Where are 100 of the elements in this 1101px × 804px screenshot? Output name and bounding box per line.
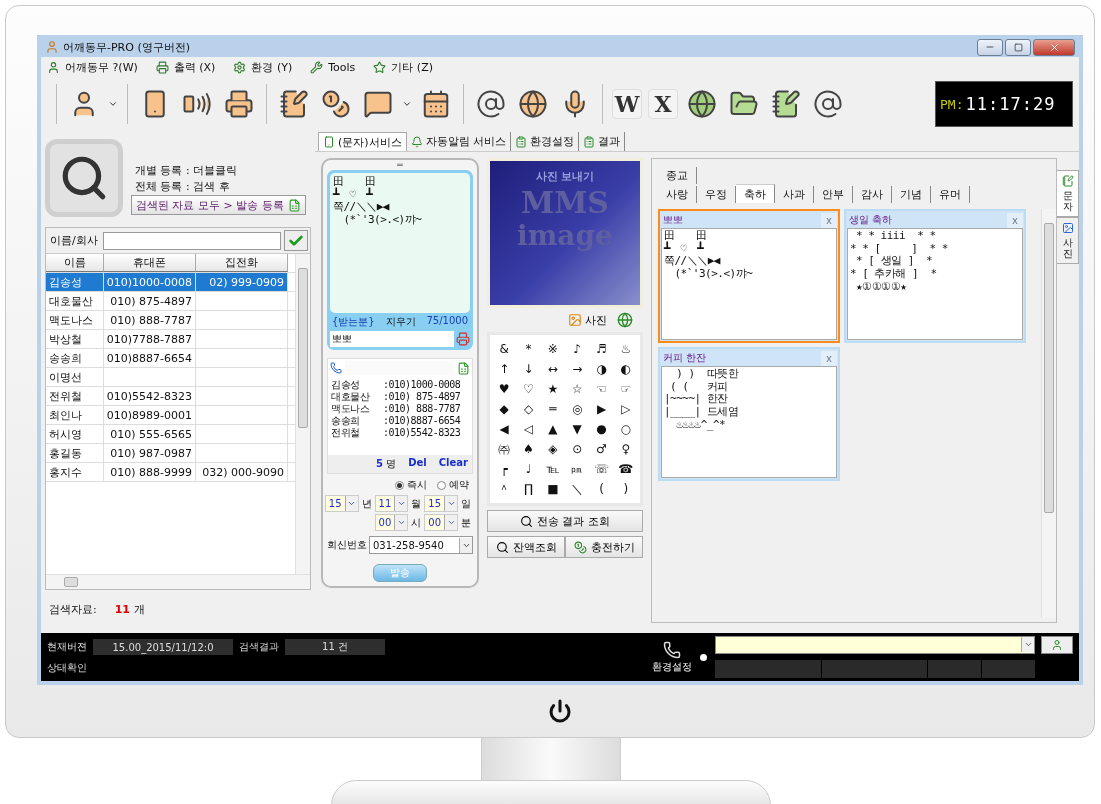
symbol-key[interactable]: ○ bbox=[613, 419, 638, 439]
symbol-key[interactable]: → bbox=[565, 359, 590, 379]
side-tab[interactable]: 문자 bbox=[1057, 170, 1079, 217]
symbol-key[interactable]: ♡ bbox=[516, 379, 541, 399]
symbol-key[interactable]: ☆ bbox=[565, 379, 590, 399]
symbol-key[interactable]: ▼ bbox=[565, 419, 590, 439]
send-result-button[interactable]: 전송 결과 조회 bbox=[487, 510, 643, 532]
table-row[interactable]: 허시영 010) 555-6565 bbox=[46, 425, 295, 444]
tab[interactable]: (문자)서비스 bbox=[318, 132, 407, 151]
letter-button[interactable]: W bbox=[612, 89, 642, 119]
caret-icon[interactable] bbox=[108, 99, 118, 109]
symbol-key[interactable]: ♩ bbox=[516, 459, 541, 479]
tab[interactable]: 자동알림 서비스 bbox=[406, 132, 512, 151]
symbol-key[interactable]: ♂ bbox=[589, 439, 614, 459]
symbol-key[interactable]: ◀ bbox=[492, 419, 517, 439]
spreadsheet-icon[interactable] bbox=[457, 361, 470, 375]
category-tab[interactable]: 축하 bbox=[736, 184, 775, 203]
symbol-key[interactable]: ◈ bbox=[540, 439, 565, 459]
symbol-key[interactable]: ↑ bbox=[492, 359, 517, 379]
category-tab[interactable]: 종교 bbox=[658, 167, 697, 184]
symbol-key[interactable]: ◎ bbox=[565, 399, 590, 419]
date-select[interactable]: 15 bbox=[324, 495, 359, 512]
symbol-key[interactable]: ( bbox=[589, 479, 614, 499]
symbol-key[interactable]: ♠ bbox=[516, 439, 541, 459]
symbol-key[interactable]: ♨ bbox=[613, 339, 638, 359]
symbol-key[interactable]: ▶ bbox=[589, 399, 614, 419]
close-button[interactable] bbox=[1033, 38, 1075, 56]
symbol-key[interactable]: ☜ bbox=[589, 379, 614, 399]
symbol-key[interactable]: ※ bbox=[540, 339, 565, 359]
table-row[interactable]: 김송성 010)1000-0008 02) 999-0909 bbox=[46, 273, 295, 292]
reply-number-select[interactable]: 031-258-9540 bbox=[369, 536, 473, 554]
category-tab[interactable]: 감사 bbox=[853, 186, 892, 203]
clear-link[interactable]: 지우기 bbox=[385, 315, 416, 329]
title-field[interactable]: 뽀뽀 bbox=[330, 331, 454, 347]
symbol-key[interactable]: ☞ bbox=[613, 379, 638, 399]
close-button[interactable]: x bbox=[1007, 212, 1023, 228]
symbol-key[interactable]: ㈜ bbox=[492, 439, 517, 459]
table-row[interactable]: 대호물산 010) 875-4897 bbox=[46, 292, 295, 311]
category-tab[interactable]: 유머 bbox=[931, 186, 970, 203]
category-tab[interactable]: 안부 bbox=[814, 186, 853, 203]
symbol-key[interactable]: ▲ bbox=[540, 419, 565, 439]
symbol-key[interactable]: ▷ bbox=[613, 399, 638, 419]
power-icon[interactable] bbox=[548, 699, 572, 723]
symbol-key[interactable]: ★ bbox=[540, 379, 565, 399]
table-row[interactable]: 박상철 010)7788-7887 bbox=[46, 330, 295, 349]
minimize-button[interactable] bbox=[977, 38, 1003, 56]
symbol-key[interactable]: ⊙ bbox=[565, 439, 590, 459]
delete-button[interactable]: Del bbox=[408, 457, 427, 471]
symbol-key[interactable]: ■ bbox=[540, 479, 565, 499]
register-all-button[interactable]: 검색된 자료 모두 > 발송 등록 bbox=[131, 195, 306, 215]
globe-icon[interactable] bbox=[617, 312, 633, 328]
category-tab[interactable]: 기념 bbox=[892, 186, 931, 203]
symbol-key[interactable]: ┍ bbox=[492, 459, 517, 479]
close-button[interactable]: x bbox=[821, 212, 837, 228]
symbol-key[interactable]: ＼ bbox=[565, 479, 590, 499]
symbol-key[interactable]: ♪ bbox=[565, 339, 590, 359]
symbol-key[interactable]: ＾ bbox=[492, 479, 517, 499]
symbol-key[interactable]: ↔ bbox=[540, 359, 565, 379]
menu-item[interactable]: Tools bbox=[310, 60, 356, 74]
symbol-key[interactable]: ) bbox=[613, 479, 638, 499]
symbol-key[interactable]: ♥ bbox=[492, 379, 517, 399]
table-row[interactable]: 맥도나스 010) 888-7787 bbox=[46, 311, 295, 330]
menu-item[interactable]: 기타 (Z) bbox=[373, 59, 433, 75]
caret-icon[interactable] bbox=[402, 99, 412, 109]
settings-button[interactable]: 환경설정 bbox=[652, 640, 692, 674]
photo-button[interactable]: 사진 bbox=[568, 312, 607, 328]
symbol-key[interactable]: ☏ bbox=[589, 459, 614, 479]
symbol-key[interactable]: ◐ bbox=[613, 359, 638, 379]
symbol-key[interactable]: ◁ bbox=[516, 419, 541, 439]
time-select[interactable]: 00 bbox=[424, 514, 458, 531]
confirm-button[interactable] bbox=[284, 230, 308, 251]
template-card[interactable]: 커피 한잔 x ) ) 따뜻한 ( ( 커피 |~~~~| 한잔 |____| 드세염 ♨♨♨♨^_^* bbox=[658, 347, 840, 481]
symbol-key[interactable]: ∏ bbox=[516, 479, 541, 499]
date-select[interactable]: 11 bbox=[374, 495, 409, 512]
symbol-key[interactable]: ♬ bbox=[589, 339, 614, 359]
symbol-key[interactable]: ◆ bbox=[492, 399, 517, 419]
symbol-key[interactable]: ◇ bbox=[516, 399, 541, 419]
go-button[interactable] bbox=[1041, 636, 1073, 654]
symbol-key[interactable]: ☎ bbox=[613, 459, 638, 479]
letter-button[interactable]: X bbox=[648, 89, 678, 119]
category-tab[interactable]: 사랑 bbox=[658, 186, 697, 203]
category-tab[interactable]: 사과 bbox=[775, 186, 814, 203]
template-card[interactable]: 뽀뽀 x 田 田 ┻ ♡ ┻ 쪽//＼＼▶◀ (*`'3(>.<)꺄~ bbox=[658, 209, 840, 343]
menu-item[interactable]: 어깨동무 ?(W) bbox=[47, 59, 138, 75]
symbol-key[interactable]: ═ bbox=[540, 399, 565, 419]
table-row[interactable]: 이명선 bbox=[46, 368, 295, 387]
radio-option[interactable]: 예약 bbox=[437, 478, 469, 492]
side-tab[interactable]: 사진 bbox=[1057, 217, 1079, 264]
symbol-key[interactable]: & bbox=[492, 339, 517, 359]
table-row[interactable]: 최인나 010)8989-0001 bbox=[46, 406, 295, 425]
table-row[interactable]: 송송희 010)8887-6654 bbox=[46, 349, 295, 368]
symbol-key[interactable]: ♀ bbox=[613, 439, 638, 459]
date-select[interactable]: 15 bbox=[424, 495, 458, 512]
template-card[interactable]: 생일 축하 x * * iiii * * * * [ ] * * * [ 생일 ] * * [ 추카해 ] * ★①①①①★ bbox=[844, 209, 1026, 343]
balance-button[interactable]: 잔액조회 bbox=[487, 536, 565, 558]
charge-button[interactable]: 충전하기 bbox=[565, 536, 643, 558]
table-row[interactable]: 홍길동 010) 987-0987 bbox=[46, 444, 295, 463]
table-row[interactable]: 홍지수 010) 888-9999 032) 000-9090 bbox=[46, 463, 295, 482]
time-select[interactable]: 00 bbox=[374, 514, 409, 531]
close-button[interactable]: x bbox=[821, 350, 837, 366]
